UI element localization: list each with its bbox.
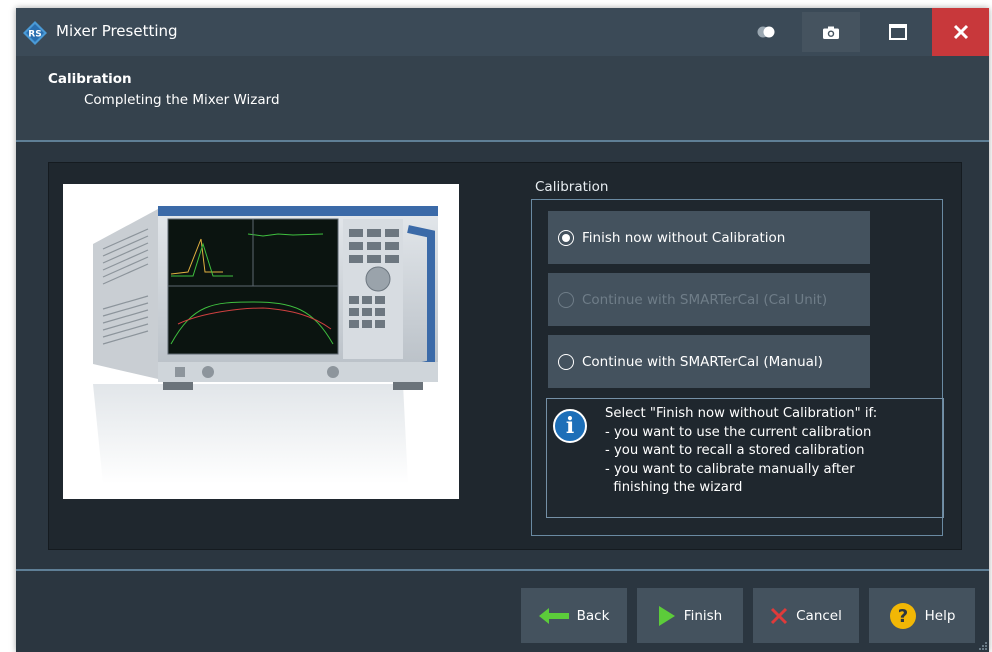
play-icon (658, 605, 675, 626)
finish-without-calibration-option[interactable]: Finish now without Calibration (548, 211, 870, 264)
finish-button[interactable]: Finish (637, 588, 743, 643)
instrument-image (63, 184, 459, 499)
main-panel: Calibration Finish now without Calibrati… (48, 162, 962, 550)
help-button[interactable]: ? Help (869, 588, 975, 643)
svg-text:RS: RS (28, 30, 41, 40)
question-icon: ? (889, 602, 916, 629)
calibration-group: Finish now without Calibration Continue … (531, 199, 944, 536)
screenshot-button[interactable] (802, 8, 860, 56)
info-line: - you want to calibrate manually after (605, 461, 855, 477)
back-button[interactable]: Back (521, 588, 627, 643)
info-line: finishing the wizard (605, 480, 743, 495)
cancel-label: Cancel (796, 607, 842, 624)
maximize-button[interactable] (872, 8, 924, 56)
info-icon: i (553, 409, 587, 443)
back-label: Back (576, 607, 610, 624)
info-line: Select "Finish now without Calibration" … (605, 406, 878, 421)
rs-logo-icon: RS (23, 21, 47, 45)
toggle-button[interactable] (740, 8, 792, 56)
close-button[interactable] (932, 8, 989, 56)
x-icon (771, 607, 788, 624)
window-title: Mixer Presetting (56, 22, 178, 40)
radio-unselected-icon (558, 353, 574, 370)
finish-label: Finish (683, 607, 723, 624)
smartercal-cal-unit-option: Continue with SMARTerCal (Cal Unit) (548, 273, 870, 326)
info-line: - you want to use the current calibratio… (605, 424, 872, 440)
radio-unselected-icon (558, 291, 574, 308)
help-label: Help (924, 607, 956, 624)
svg-text:?: ? (897, 606, 907, 627)
resize-grip-icon[interactable] (977, 640, 987, 650)
info-text: Select "Finish now without Calibration" … (605, 405, 877, 498)
mixer-presetting-window: RS Mixer Presetting Calibration Completi… (16, 8, 989, 652)
wizard-header: Calibration Completing the Mixer Wizard (16, 56, 989, 142)
camera-icon (823, 26, 839, 39)
toggle-icon (757, 26, 775, 38)
option-label: Finish now without Calibration (582, 229, 786, 246)
radio-selected-icon (558, 229, 574, 246)
calibration-group-title: Calibration (535, 179, 609, 195)
smartercal-manual-option[interactable]: Continue with SMARTerCal (Manual) (548, 335, 870, 388)
info-box: i Select "Finish now without Calibration… (546, 398, 944, 518)
info-line: - you want to recall a stored calibratio… (605, 443, 865, 458)
close-icon (953, 24, 968, 40)
option-label: Continue with SMARTerCal (Manual) (582, 353, 823, 370)
page-title: Calibration (48, 71, 132, 87)
maximize-icon (889, 24, 907, 40)
option-label: Continue with SMARTerCal (Cal Unit) (582, 291, 828, 308)
cancel-button[interactable]: Cancel (753, 588, 859, 643)
title-bar: RS Mixer Presetting (16, 8, 989, 56)
arrow-left-icon (538, 607, 569, 624)
footer-divider (16, 569, 989, 571)
page-subtitle: Completing the Mixer Wizard (84, 92, 280, 108)
